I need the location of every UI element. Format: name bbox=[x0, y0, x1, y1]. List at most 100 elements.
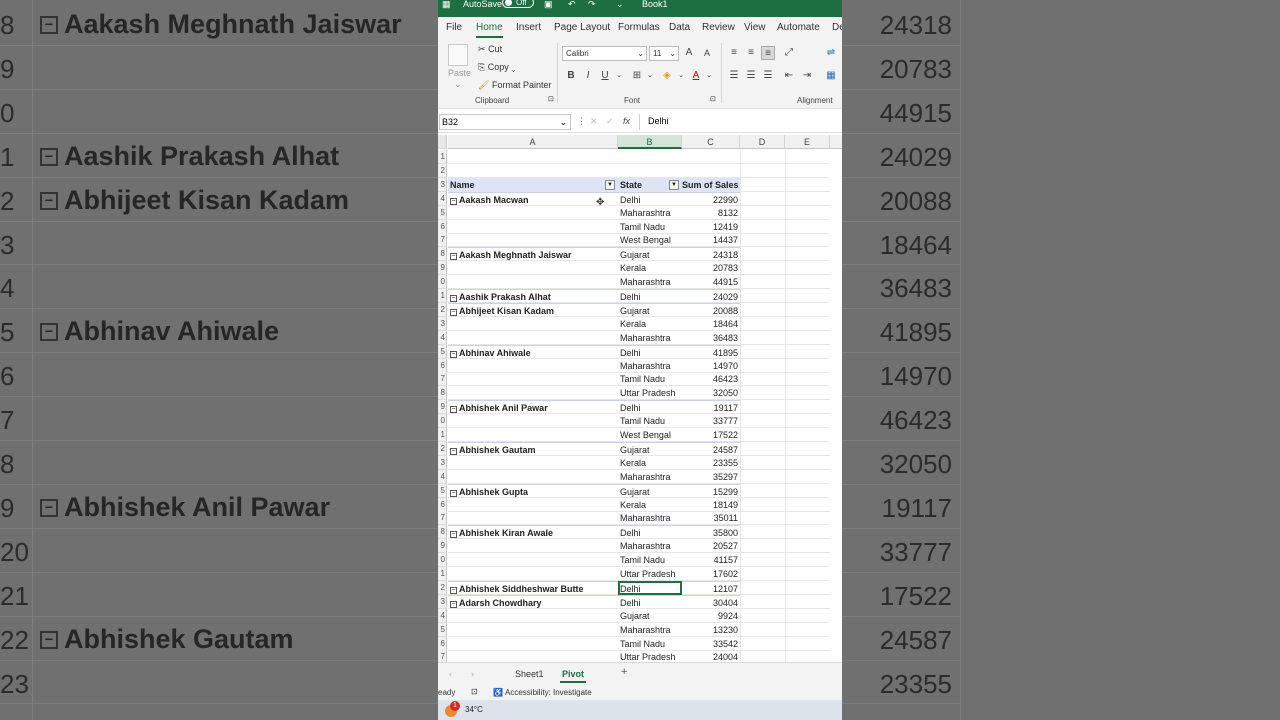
cell-sales[interactable]: 17522 bbox=[682, 428, 740, 442]
cell-sales[interactable]: 18464 bbox=[682, 317, 740, 331]
cell-sales[interactable]: 20783 bbox=[682, 261, 740, 276]
collapse-icon[interactable]: − bbox=[450, 489, 457, 497]
cell-state[interactable]: Gujarat bbox=[618, 302, 682, 317]
cell-name[interactable] bbox=[448, 386, 618, 401]
cell[interactable] bbox=[448, 164, 618, 178]
paste-button[interactable]: Paste bbox=[448, 68, 471, 78]
cell[interactable] bbox=[785, 275, 830, 290]
cell-name[interactable] bbox=[448, 637, 618, 651]
cell[interactable] bbox=[785, 497, 830, 512]
cell[interactable] bbox=[740, 497, 785, 512]
cell-sales[interactable]: 30404 bbox=[682, 594, 740, 609]
cell[interactable] bbox=[785, 650, 830, 662]
row-number[interactable]: 8 bbox=[438, 386, 447, 401]
tab-home[interactable]: Home bbox=[476, 22, 503, 38]
cell-state[interactable]: Kerala bbox=[618, 498, 682, 512]
cell-name[interactable]: − Aashik Prakash Alhat bbox=[448, 289, 618, 303]
cell[interactable] bbox=[740, 511, 785, 526]
paste-dropdown-icon[interactable]: ⌄ bbox=[454, 79, 462, 90]
cell-name[interactable]: − Aakash Macwan bbox=[448, 191, 618, 206]
fill-dropdown-icon[interactable]: ⌄ bbox=[674, 69, 688, 83]
cell[interactable] bbox=[785, 261, 830, 276]
cell-sales[interactable]: 35011 bbox=[682, 511, 740, 526]
cell-name[interactable] bbox=[448, 428, 618, 442]
borders-dropdown-icon[interactable]: ⌄ bbox=[643, 69, 657, 83]
tab-data[interactable]: Data bbox=[669, 22, 690, 33]
pivot-header-name[interactable]: Name ▼ bbox=[448, 177, 618, 192]
cell-name[interactable]: − Abhishek Gupta bbox=[448, 483, 618, 498]
align-center-icon[interactable]: ☰ bbox=[744, 69, 758, 83]
cell-state[interactable]: Maharashtra bbox=[618, 331, 682, 345]
row-number[interactable]: 4 bbox=[438, 469, 447, 484]
row-number[interactable]: 0 bbox=[438, 553, 447, 568]
row-number[interactable]: 7 bbox=[438, 511, 447, 526]
row-number[interactable]: 1 bbox=[438, 289, 447, 303]
cell-name[interactable] bbox=[448, 359, 618, 373]
cell-state[interactable]: Tamil Nadu bbox=[618, 414, 682, 429]
column-header-b[interactable]: B bbox=[618, 135, 682, 149]
tab-view[interactable]: View bbox=[744, 22, 766, 33]
cell-name[interactable] bbox=[448, 206, 618, 220]
enter-icon[interactable]: ✓ bbox=[606, 116, 614, 127]
cell-sales[interactable]: 41157 bbox=[682, 553, 740, 568]
cell[interactable] bbox=[740, 330, 785, 345]
paste-icon[interactable] bbox=[448, 44, 468, 66]
cell-sales[interactable]: 14437 bbox=[682, 233, 740, 248]
cell-name[interactable] bbox=[448, 331, 618, 345]
cell-state[interactable]: Delhi bbox=[618, 525, 682, 540]
cell[interactable] bbox=[785, 414, 830, 429]
underline-dropdown-icon[interactable]: ⌄ bbox=[612, 69, 626, 83]
cell-state[interactable]: Maharashtra bbox=[618, 539, 682, 554]
cell[interactable] bbox=[785, 455, 830, 470]
cell-state[interactable]: Delhi bbox=[618, 580, 682, 595]
cell-state[interactable]: Gujarat bbox=[618, 609, 682, 623]
column-header-d[interactable]: D bbox=[740, 135, 785, 149]
cell[interactable] bbox=[785, 233, 830, 248]
cell-sales[interactable]: 23355 bbox=[682, 456, 740, 470]
cell-name[interactable] bbox=[448, 511, 618, 526]
cell[interactable] bbox=[740, 289, 785, 303]
cell-sales[interactable]: 15299 bbox=[682, 483, 740, 498]
cell[interactable] bbox=[740, 386, 785, 401]
cell[interactable] bbox=[740, 594, 785, 609]
cell[interactable] bbox=[785, 525, 830, 540]
cell[interactable] bbox=[740, 636, 785, 651]
cell[interactable] bbox=[785, 191, 830, 206]
cell-sales[interactable]: 24004 bbox=[682, 650, 740, 662]
row-number[interactable]: 6 bbox=[438, 219, 447, 234]
cancel-icon[interactable]: ✕ bbox=[590, 116, 598, 127]
row-number[interactable]: 4 bbox=[438, 608, 447, 623]
cell[interactable] bbox=[740, 150, 785, 164]
cell[interactable] bbox=[740, 525, 785, 540]
redo-icon[interactable]: ↷ bbox=[588, 0, 596, 9]
cell-state[interactable]: Delhi bbox=[618, 344, 682, 359]
shrink-font-button[interactable]: A bbox=[700, 46, 714, 60]
cell[interactable] bbox=[785, 302, 830, 317]
tab-automate[interactable]: Automate bbox=[777, 22, 820, 33]
grow-font-button[interactable]: A bbox=[682, 46, 696, 60]
collapse-icon[interactable]: − bbox=[450, 253, 457, 261]
accessibility-status[interactable]: Accessibility: Investigate bbox=[505, 688, 592, 697]
collapse-icon[interactable]: − bbox=[450, 531, 457, 539]
pivot-header-state[interactable]: State ▼ bbox=[618, 177, 682, 192]
cell-state[interactable]: Tamil Nadu bbox=[618, 553, 682, 568]
cell[interactable] bbox=[682, 150, 740, 164]
cell[interactable] bbox=[740, 275, 785, 290]
cell-sales[interactable]: 9924 bbox=[682, 609, 740, 623]
sheet-tab-pivot[interactable]: Pivot bbox=[559, 669, 587, 683]
cell-state[interactable]: Delhi bbox=[618, 289, 682, 303]
cell[interactable] bbox=[740, 553, 785, 568]
cell-state[interactable]: Maharashtra bbox=[618, 206, 682, 220]
cell[interactable] bbox=[785, 330, 830, 345]
borders-icon[interactable]: ⊞ bbox=[630, 69, 644, 83]
orientation-icon[interactable]: ⤢ bbox=[782, 46, 796, 60]
cell-sales[interactable]: 17602 bbox=[682, 567, 740, 581]
row-number[interactable]: 0 bbox=[438, 275, 447, 290]
autosave-toggle[interactable]: Off bbox=[502, 0, 534, 8]
cell-sales[interactable]: 12107 bbox=[682, 580, 740, 595]
row-number[interactable]: 4 bbox=[438, 191, 447, 206]
prev-sheet-icon[interactable]: ‹ bbox=[449, 669, 452, 679]
cell-name[interactable] bbox=[448, 609, 618, 623]
cell-name[interactable]: − Abhinav Ahiwale bbox=[448, 344, 618, 359]
cell-sales[interactable]: 24318 bbox=[682, 247, 740, 262]
